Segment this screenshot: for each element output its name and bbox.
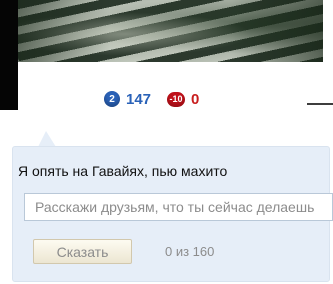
black-edge — [0, 0, 18, 110]
rating-badge-icon: 2 — [104, 91, 120, 107]
speech-bubble-tail — [38, 131, 56, 147]
status-input[interactable] — [24, 193, 333, 221]
current-status-text: Я опять на Гавайях, пью махито — [18, 163, 228, 179]
rating-value: 147 — [126, 90, 152, 108]
photo-shade — [18, 0, 323, 62]
penalty-stat[interactable]: -10 0 — [167, 91, 199, 108]
rating-stat[interactable]: 2 147 — [104, 91, 151, 108]
divider — [307, 103, 333, 105]
penalty-value: 0 — [191, 90, 200, 108]
char-counter: 0 из 160 — [165, 244, 215, 259]
penalty-badge-icon: -10 — [167, 91, 186, 107]
photo[interactable] — [18, 0, 323, 62]
say-button[interactable]: Сказать — [33, 239, 132, 264]
stats-bar: 2 147 -10 0 — [104, 89, 215, 109]
